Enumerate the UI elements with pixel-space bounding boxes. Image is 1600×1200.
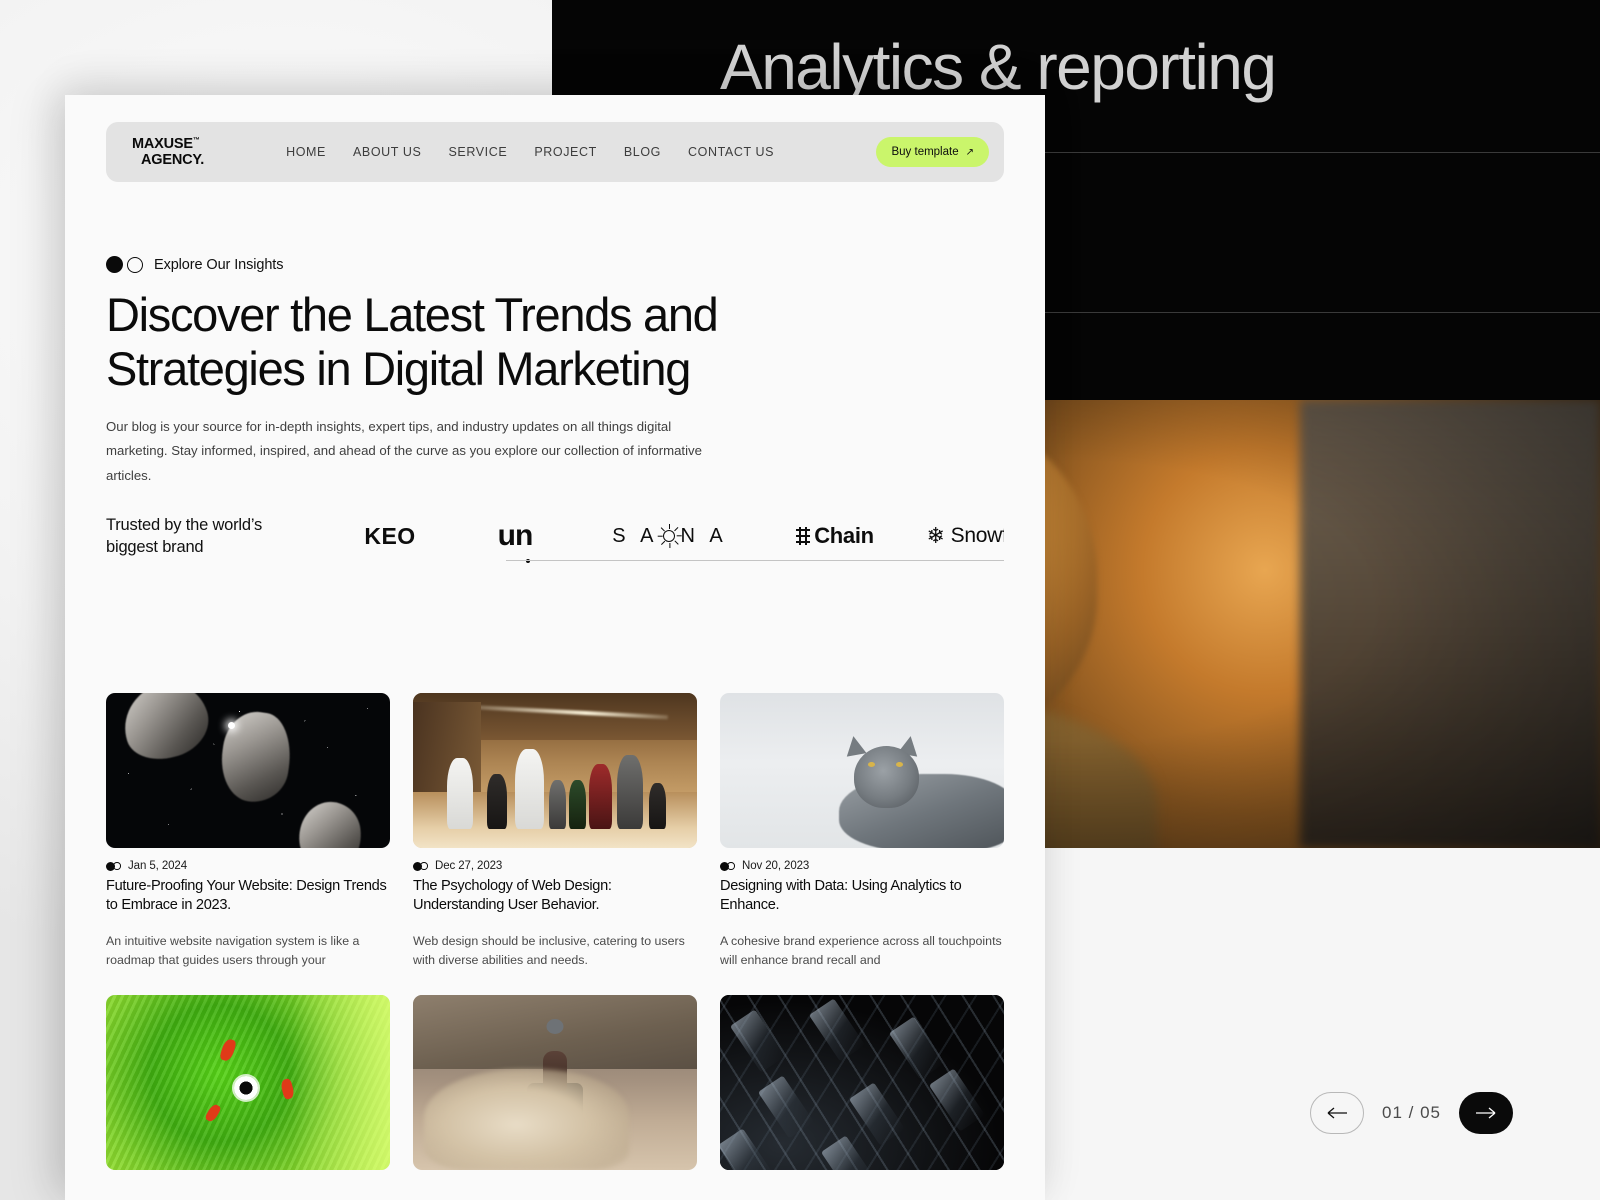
hero-subtitle: Our blog is your source for in-depth ins…	[106, 415, 706, 488]
logo-carousel-underline	[506, 560, 1004, 562]
page-title-line-2: Strategies in Digital Marketing	[106, 342, 896, 396]
buy-template-button[interactable]: Buy template ↗	[876, 137, 989, 167]
trusted-by-label-line-1: Trusted by the world’s	[106, 514, 356, 536]
keo-logo: KEO	[356, 505, 450, 567]
pagination-next-button[interactable]	[1459, 1092, 1513, 1134]
nav-item-blog[interactable]: BLOG	[624, 145, 661, 159]
keo-logo-text: KEO	[364, 523, 415, 550]
trusted-by-section: Trusted by the world’s biggest brand KEO…	[106, 505, 1004, 567]
brand-line-2: AGENCY.	[132, 152, 204, 168]
blog-card[interactable]: Nov 20, 2023 Designing with Data: Using …	[720, 693, 1004, 971]
blog-card[interactable]	[413, 995, 697, 1170]
dark-abstract-blades-image[interactable]	[720, 995, 1004, 1170]
saona-logo: S A N A	[580, 505, 760, 567]
brand-logo[interactable]: MAXUSE™ AGENCY.	[132, 136, 204, 168]
blog-card-title[interactable]: Designing with Data: Using Analytics to …	[720, 877, 1004, 916]
grey-cat-image[interactable]	[720, 693, 1004, 848]
nav-item-about-us[interactable]: ABOUT US	[353, 145, 421, 159]
chain-logo: Chain	[760, 505, 910, 567]
blog-post-grid: Jan 5, 2024 Future-Proofing Your Website…	[106, 693, 1004, 1170]
asteroids-in-space-image[interactable]	[106, 693, 390, 848]
trusted-by-label-line-2: biggest brand	[106, 536, 356, 558]
pagination-prev-button[interactable]	[1310, 1092, 1364, 1134]
blog-card-excerpt: A cohesive brand experience across all t…	[720, 932, 1004, 972]
filled-circle-icon	[106, 256, 123, 273]
snowflake-logo-text: Snowflake	[951, 524, 1004, 548]
buy-template-label: Buy template	[891, 146, 958, 158]
page-title-line-1: Discover the Latest Trends and	[106, 288, 896, 342]
page-title: Discover the Latest Trends and Strategie…	[106, 288, 896, 395]
blog-card[interactable]	[720, 995, 1004, 1170]
blog-card-date: Jan 5, 2024	[128, 860, 187, 872]
saona-logo-text-before: S A	[612, 525, 658, 548]
blog-card[interactable]	[106, 995, 390, 1170]
chain-logo-text: Chain	[814, 523, 874, 549]
parrot-eye-icon	[234, 1076, 258, 1100]
blog-card-excerpt: Web design should be inclusive, catering…	[413, 932, 697, 972]
blog-card-date: Dec 27, 2023	[435, 860, 502, 872]
nav-item-home[interactable]: HOME	[286, 145, 326, 159]
blog-card-date: Nov 20, 2023	[742, 860, 809, 872]
atv-in-dust-image[interactable]	[413, 995, 697, 1170]
people-walking-in-corridor-image[interactable]	[413, 693, 697, 848]
nav-item-contact-us[interactable]: CONTACT US	[688, 145, 774, 159]
arrow-right-icon	[1475, 1106, 1497, 1120]
hero-eyebrow-label: Explore Our Insights	[154, 257, 283, 273]
un-logo-wrap: un	[498, 519, 533, 553]
two-circles-icon	[413, 862, 429, 871]
blog-card-excerpt: An intuitive website navigation system i…	[106, 932, 390, 972]
chain-mark-icon	[796, 525, 810, 547]
background-pagination[interactable]: 01 / 05	[1310, 1092, 1513, 1134]
hero-eyebrow: Explore Our Insights	[106, 256, 283, 273]
trusted-by-label: Trusted by the world’s biggest brand	[106, 514, 356, 559]
un-logo: un	[450, 505, 580, 567]
blog-card-title[interactable]: The Psychology of Web Design: Understand…	[413, 877, 697, 916]
foreground-blog-window[interactable]: MAXUSE™ AGENCY. HOME ABOUT US SERVICE PR…	[65, 95, 1045, 1200]
desktop-canvas: Analytics & reporting ting E WORK m Davi…	[0, 0, 1600, 1200]
brand-trademark-icon: ™	[193, 137, 200, 144]
background-hero-heading-line1: Analytics & reporting	[720, 30, 1275, 104]
brand-line-1: MAXUSE™	[132, 136, 204, 152]
navbar: MAXUSE™ AGENCY. HOME ABOUT US SERVICE PR…	[106, 122, 1004, 182]
blog-card-meta: Nov 20, 2023	[720, 860, 1004, 872]
two-circles-icon	[720, 862, 736, 871]
blog-card-title[interactable]: Future-Proofing Your Website: Design Tre…	[106, 877, 390, 916]
snowflake-logo: ❄ Snowflake™	[910, 505, 1004, 567]
nav-item-project[interactable]: PROJECT	[534, 145, 597, 159]
blog-card[interactable]: Dec 27, 2023 The Psychology of Web Desig…	[413, 693, 697, 971]
arrow-left-icon	[1326, 1106, 1348, 1120]
blog-card-meta: Jan 5, 2024	[106, 860, 390, 872]
blog-card[interactable]: Jan 5, 2024 Future-Proofing Your Website…	[106, 693, 390, 971]
nav-item-service[interactable]: SERVICE	[448, 145, 507, 159]
sun-burst-icon	[658, 525, 680, 547]
blog-card-meta: Dec 27, 2023	[413, 860, 697, 872]
arrow-up-right-icon: ↗	[966, 147, 974, 158]
outline-circle-icon	[127, 257, 143, 273]
snowflake-star-icon: ❄	[926, 525, 944, 547]
brand-name: MAXUSE	[132, 136, 193, 152]
saona-logo-text-after: N A	[680, 525, 727, 548]
green-parrot-image[interactable]	[106, 995, 390, 1170]
nav-links: HOME ABOUT US SERVICE PROJECT BLOG CONTA…	[286, 145, 774, 159]
two-circles-icon	[106, 862, 122, 871]
logo-carousel[interactable]: KEO un S A	[356, 505, 1004, 567]
pagination-count: 01 / 05	[1382, 1103, 1441, 1123]
un-logo-text: un	[498, 519, 533, 552]
